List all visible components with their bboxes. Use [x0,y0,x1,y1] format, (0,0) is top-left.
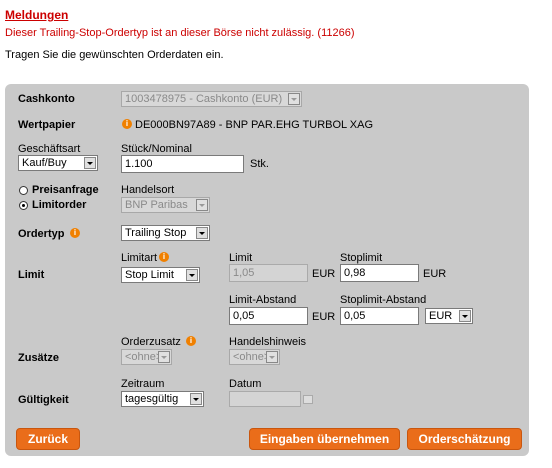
limitorder-label: Limitorder [32,199,87,211]
chevron-down-icon [186,269,198,281]
info-icon[interactable]: i [122,119,132,129]
stueck-input[interactable]: 1.100 [121,155,244,173]
stueck-label: Stück/Nominal [121,143,192,155]
limitart-value: Stop Limit [125,269,174,281]
datum-input[interactable] [229,391,301,407]
chevron-down-icon [266,351,278,363]
limit-abstand-label: Limit-Abstand [229,294,297,306]
handelshinweis-value: <ohne> [233,351,271,363]
limitart-label: Limitart [121,252,158,264]
orderzusatz-select[interactable]: <ohne> [121,349,172,365]
limit-label: Limit [229,252,253,264]
geschaeftsart-label: Geschäftsart [18,143,81,155]
limit-abstand-unit: EUR [312,311,336,323]
info-icon[interactable]: i [159,252,169,262]
limitorder-radio[interactable] [19,201,28,210]
stoplimit-input[interactable]: 0,98 [340,264,419,282]
stoplimit-unit: EUR [423,268,447,280]
wertpapier-label: Wertpapier [18,119,76,131]
stoplimit-label: Stoplimit [340,252,383,264]
zeitraum-value: tagesgültig [125,393,179,405]
stoplimit-abstand-input[interactable]: 0,05 [340,307,419,325]
instruction-text: Tragen Sie die gewünschten Orderdaten ei… [5,49,224,61]
handelshinweis-label: Handelshinweis [229,336,307,348]
error-message: Dieser Trailing-Stop-Ordertyp ist an die… [5,27,355,39]
chevron-down-icon [196,227,208,239]
stueck-unit: Stk. [250,158,269,170]
ordertyp-value: Trailing Stop [125,227,187,239]
zeitraum-label: Zeitraum [121,378,165,390]
info-icon[interactable]: i [70,228,80,238]
zeitraum-select[interactable]: tagesgültig [121,391,204,407]
cashkonto-value: 1003478975 - Cashkonto (EUR) [125,93,283,105]
stoplimit-abstand-label: Stoplimit-Abstand [340,294,427,306]
stoplimit-abstand-currency-select[interactable]: EUR [425,308,473,324]
order-estimate-button[interactable]: Orderschätzung [407,428,522,450]
apply-button[interactable]: Eingaben übernehmen [249,428,400,450]
cashkonto-label: Cashkonto [18,93,75,105]
handelsort-value: BNP Paribas [125,199,188,211]
chevron-down-icon [190,393,202,405]
stoplimit-abstand-currency-value: EUR [429,310,453,322]
limit-input[interactable]: 1,05 [229,264,308,282]
info-icon[interactable]: i [186,336,196,346]
orderzusatz-label: Orderzusatz [121,336,181,348]
back-button[interactable]: Zurück [16,428,80,450]
chevron-down-icon [158,351,170,363]
calendar-icon[interactable] [303,395,313,404]
geschaeftsart-value: Kauf/Buy [22,157,67,169]
wertpapier-value: DE000BN97A89 - BNP PAR.EHG TURBOL XAG [135,119,374,131]
messages-title[interactable]: Meldungen [5,8,68,22]
datum-label: Datum [229,378,262,390]
ordertyp-label: Ordertyp [18,228,65,240]
zusaetze-label: Zusätze [18,352,59,364]
gueltigkeit-label: Gültigkeit [18,394,69,406]
chevron-down-icon [459,310,471,322]
handelsort-select[interactable]: BNP Paribas [121,197,210,213]
handelsort-label: Handelsort [121,184,175,196]
preisanfrage-label: Preisanfrage [32,184,99,196]
chevron-down-icon [288,93,300,105]
geschaeftsart-select[interactable]: Kauf/Buy [18,155,98,171]
limitart-select[interactable]: Stop Limit [121,267,200,283]
preisanfrage-radio[interactable] [19,186,28,195]
handelshinweis-select[interactable]: <ohne> [229,349,280,365]
limit-unit: EUR [312,268,336,280]
orderzusatz-value: <ohne> [125,351,163,363]
ordertyp-select[interactable]: Trailing Stop [121,225,210,241]
chevron-down-icon [196,199,208,211]
chevron-down-icon [84,157,96,169]
limit-abstand-input[interactable]: 0,05 [229,307,308,325]
limit-section-label: Limit [18,269,45,281]
cashkonto-select[interactable]: 1003478975 - Cashkonto (EUR) [121,91,302,107]
